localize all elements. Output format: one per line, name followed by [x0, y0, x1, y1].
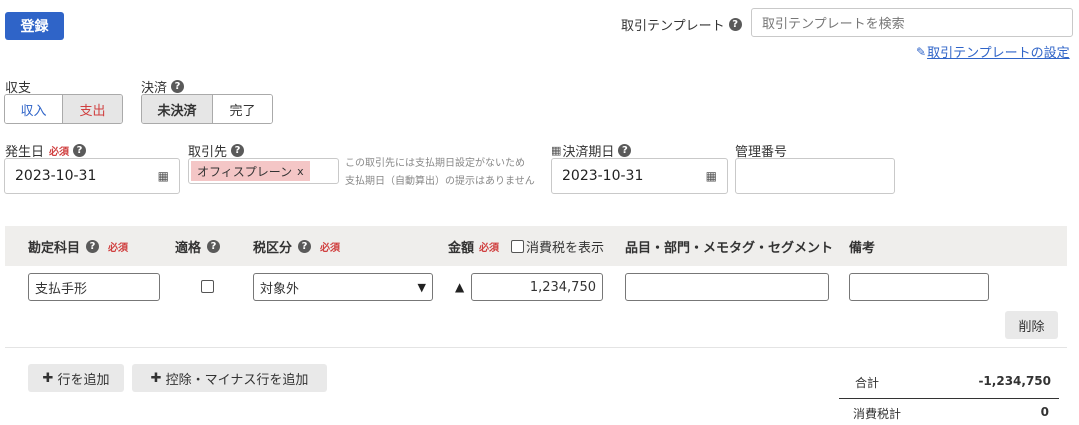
help-icon[interactable]: ?	[231, 144, 245, 157]
show-tax-label: 消費税を表示	[526, 241, 605, 256]
settlement-toggle: 未決済 完了	[141, 94, 273, 124]
items-input[interactable]	[625, 273, 829, 301]
account-header: 勘定科目 ? 必須	[28, 237, 128, 256]
remarks-input[interactable]	[849, 273, 989, 301]
income-expense-toggle: 収入 支出	[4, 94, 123, 124]
unsettled-option[interactable]: 未決済	[142, 95, 213, 123]
tax-category-select[interactable]: 対象外 ▼	[253, 273, 433, 301]
help-icon[interactable]: ?	[298, 240, 312, 253]
tax-category-value: 対象外	[260, 281, 300, 297]
calendar-icon[interactable]: ▦	[158, 169, 169, 183]
add-deduction-row-label: 控除・マイナス行を追加	[165, 372, 309, 388]
completed-option[interactable]: 完了	[212, 95, 272, 123]
add-row-button[interactable]: ✚ 行を追加	[28, 364, 124, 392]
minus-indicator: ▲	[455, 280, 465, 294]
help-icon[interactable]: ?	[86, 240, 100, 253]
plus-icon: ✚	[150, 370, 162, 386]
partner-note-line1: この取引先には支払期日設定がないため	[345, 158, 525, 169]
required-badge: 必須	[479, 243, 500, 254]
template-label-wrap: 取引テンプレート ?	[621, 13, 742, 35]
help-icon[interactable]: ?	[207, 240, 221, 253]
qualified-checkbox[interactable]	[201, 280, 214, 293]
required-badge: 必須	[49, 147, 70, 158]
template-search-placeholder: 取引テンプレートを検索	[762, 17, 905, 32]
chevron-down-icon: ▼	[417, 280, 426, 294]
divider	[5, 347, 1067, 348]
help-icon[interactable]: ?	[728, 17, 742, 31]
add-deduction-row-button[interactable]: ✚ 控除・マイナス行を追加	[132, 364, 327, 392]
calendar-icon[interactable]: ▦	[706, 169, 717, 183]
amount-header-text: 金額	[448, 241, 475, 256]
issue-date-value: 2023-10-31	[15, 168, 97, 184]
tax-category-header-text: 税区分	[253, 241, 293, 256]
expense-option[interactable]: 支出	[63, 95, 122, 123]
help-icon[interactable]: ?	[171, 80, 185, 93]
qualified-header-text: 適格	[175, 241, 202, 256]
remarks-header: 備考	[849, 241, 876, 256]
required-badge: 必須	[320, 243, 341, 254]
template-settings-text: 取引テンプレートの設定	[927, 46, 1070, 61]
total-label: 合計	[855, 376, 880, 390]
template-settings-link[interactable]: ✎ 取引テンプレートの設定	[916, 42, 1070, 62]
add-row-label: 行を追加	[57, 372, 110, 388]
edit-icon: ✎	[916, 44, 927, 59]
tax-total-value: 0	[1040, 405, 1049, 419]
due-date-value: 2023-10-31	[562, 168, 644, 184]
required-badge: 必須	[108, 243, 129, 254]
show-tax-checkbox[interactable]	[511, 240, 525, 253]
amount-value: 1,234,750	[529, 279, 596, 295]
partner-field[interactable]: オフィスプレーン x	[188, 158, 339, 184]
items-header: 品目・部門・メモタグ・セグメント	[625, 241, 834, 256]
totals-divider	[839, 398, 1059, 399]
help-icon[interactable]: ?	[618, 144, 632, 157]
account-value: 支払手形	[35, 281, 88, 297]
partner-tag: オフィスプレーン x	[191, 161, 310, 181]
plus-icon: ✚	[42, 370, 54, 386]
account-header-text: 勘定科目	[28, 241, 81, 256]
template-label: 取引テンプレート	[621, 18, 725, 34]
partner-note: この取引先には支払期日設定がないため 支払期日（自動算出）の提示はありません	[345, 155, 535, 191]
income-option[interactable]: 収入	[5, 95, 64, 123]
amount-header: 金額 必須 消費税を表示	[448, 237, 604, 256]
help-icon[interactable]: ?	[73, 144, 87, 157]
issue-date-input[interactable]: 2023-10-31 ▦	[4, 158, 180, 194]
delete-row-button[interactable]: 削除	[1005, 311, 1058, 339]
partner-tag-remove[interactable]: x	[297, 165, 304, 178]
amount-input[interactable]: 1,234,750	[471, 273, 603, 301]
tax-total-label: 消費税計	[853, 407, 902, 421]
partner-tag-text: オフィスプレーン	[197, 164, 293, 179]
management-number-input[interactable]	[735, 158, 895, 194]
tax-category-header: 税区分 ? 必須	[253, 237, 340, 256]
total-value: -1,234,750	[978, 374, 1051, 388]
due-date-input[interactable]: 2023-10-31 ▦	[551, 158, 728, 194]
qualified-header: 適格 ?	[175, 237, 221, 256]
partner-note-line2: 支払期日（自動算出）の提示はありません	[345, 176, 535, 187]
calendar-icon: ▦	[551, 144, 562, 157]
register-button[interactable]: 登録	[5, 12, 64, 40]
account-input[interactable]: 支払手形	[28, 273, 160, 301]
template-search-input[interactable]: 取引テンプレートを検索	[751, 8, 1073, 37]
